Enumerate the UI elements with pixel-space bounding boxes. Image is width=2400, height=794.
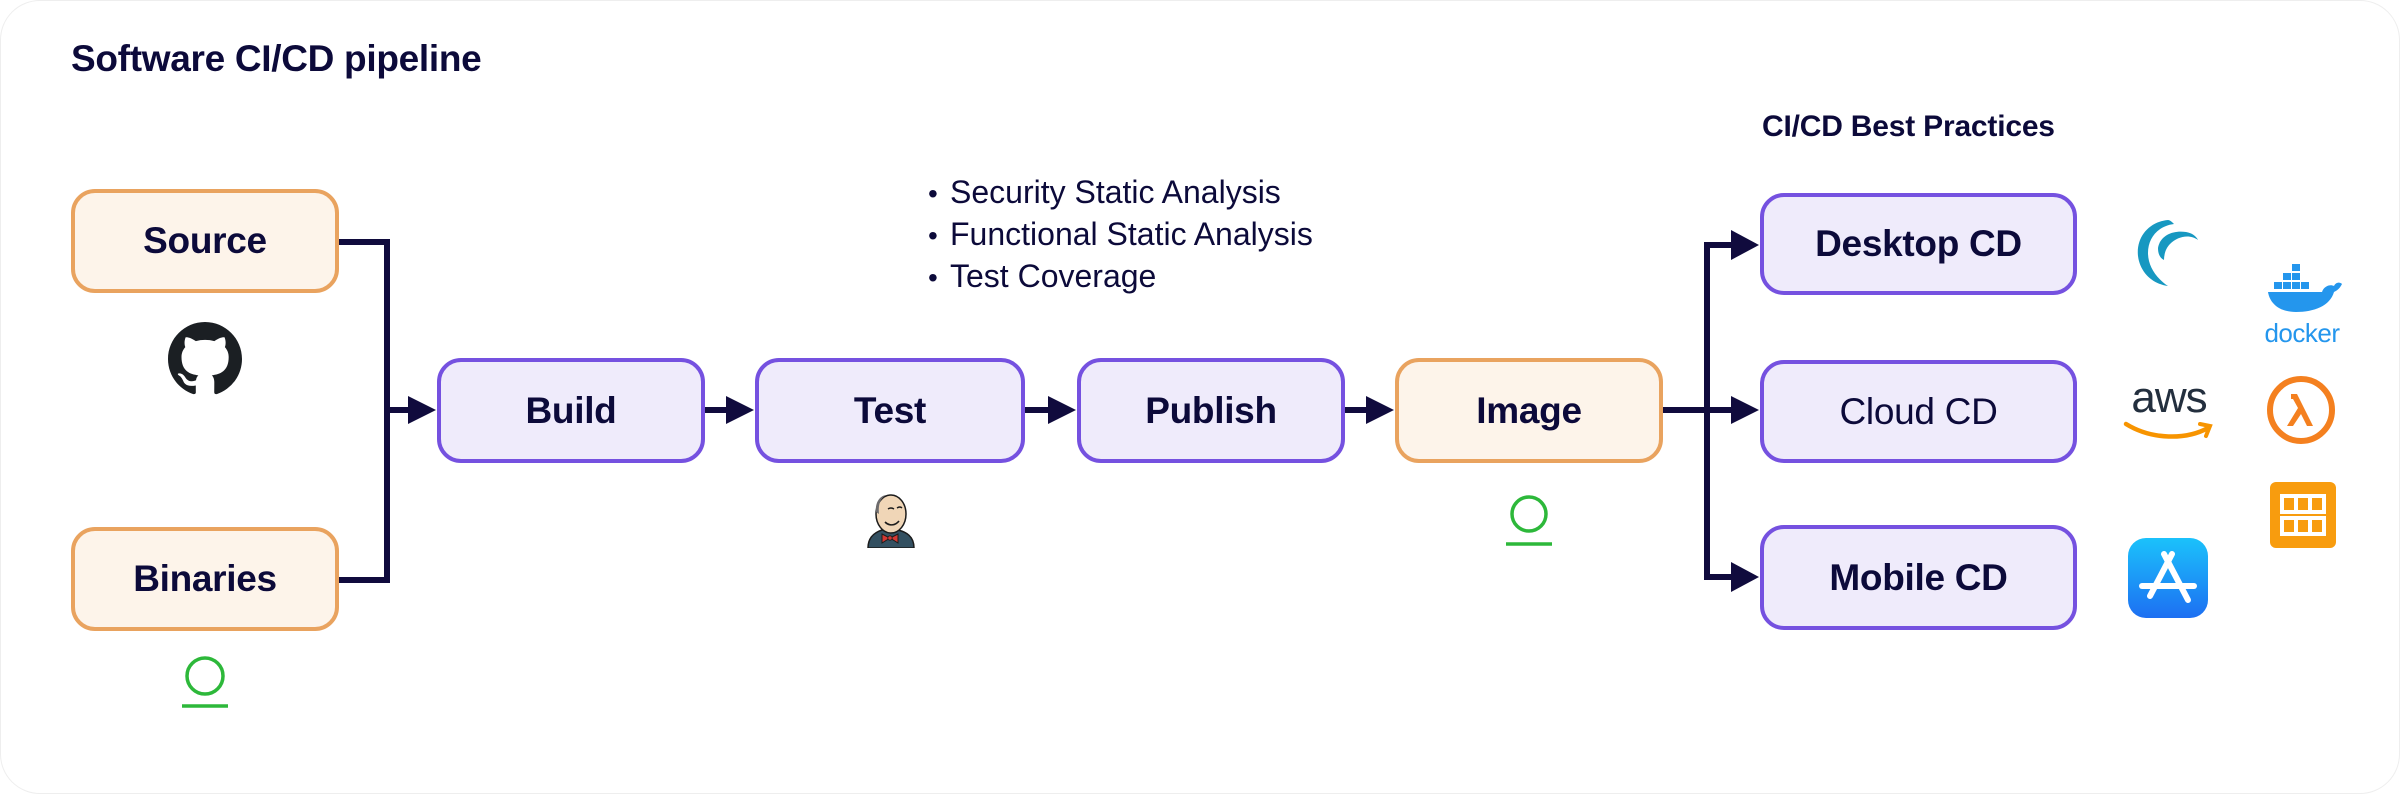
best-practices-label: CI/CD Best Practices — [1762, 110, 2055, 143]
wave-logo-icon — [2137, 220, 2198, 286]
test-check-item: Security Static Analysis — [928, 172, 1313, 214]
node-binaries-label: Binaries — [133, 558, 277, 599]
arrow-head-cloud — [1731, 396, 1759, 424]
arrow-head-build — [408, 396, 436, 424]
connector-source — [339, 239, 390, 583]
github-icon — [168, 322, 242, 395]
docker-wordmark: docker — [2264, 318, 2340, 348]
aws-wordmark: aws — [2131, 373, 2207, 422]
arrow-head-desktop — [1731, 230, 1759, 260]
node-desktop-cd-label: Desktop CD — [1815, 223, 2022, 264]
node-publish[interactable]: Publish — [1077, 358, 1345, 463]
grid-service-icon — [2270, 482, 2336, 548]
lambda-icon — [2267, 376, 2335, 444]
test-check-item: Functional Static Analysis — [928, 214, 1313, 256]
aws-smile-icon — [2123, 421, 2213, 439]
node-cloud-cd[interactable]: Cloud CD — [1760, 360, 2077, 463]
docker-icon: docker — [2256, 262, 2348, 348]
node-binaries[interactable]: Binaries — [71, 527, 339, 631]
arrow-head-mobile — [1731, 562, 1759, 592]
node-publish-label: Publish — [1145, 389, 1277, 431]
arrow-head-image — [1366, 396, 1394, 424]
arrow-head-publish — [1048, 396, 1076, 424]
node-mobile-cd-label: Mobile CD — [1829, 556, 2008, 598]
node-image-label: Image — [1476, 389, 1582, 431]
node-desktop-cd[interactable]: Desktop CD — [1760, 193, 2077, 295]
test-check-item: Test Coverage — [928, 256, 1313, 298]
arrow-head-test — [726, 396, 754, 424]
node-build-label: Build — [525, 389, 617, 431]
docker-whale-icon — [2268, 264, 2342, 312]
jenkins-icon — [867, 494, 915, 548]
test-checks-list: Security Static Analysis Functional Stat… — [928, 172, 1313, 298]
node-source-label: Source — [143, 220, 267, 261]
app-store-icon — [2128, 538, 2208, 618]
node-image[interactable]: Image — [1395, 358, 1663, 463]
node-build[interactable]: Build — [437, 358, 705, 463]
aws-icon: aws — [2122, 373, 2216, 448]
node-source[interactable]: Source — [71, 189, 339, 293]
node-test[interactable]: Test — [755, 358, 1025, 463]
node-cloud-cd-label: Cloud CD — [1839, 390, 1998, 432]
status-ring-icon — [182, 656, 228, 708]
node-test-label: Test — [853, 389, 927, 431]
node-mobile-cd[interactable]: Mobile CD — [1760, 525, 2077, 630]
status-ring-icon — [1506, 495, 1552, 546]
